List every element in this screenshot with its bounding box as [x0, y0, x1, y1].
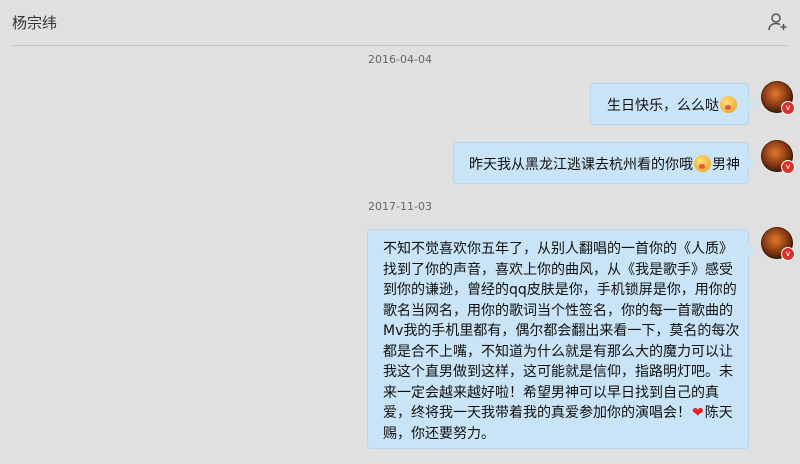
avatar[interactable]: v [761, 81, 795, 115]
date-separator: 2017-11-03 [368, 200, 432, 213]
message-text: 不知不觉喜欢你五年了，从别人翻唱的一首你的《人质》 找到了你的声音，喜欢上你的曲… [383, 239, 740, 444]
red-heart-emoji-icon: ❤ [692, 405, 704, 421]
message-bubble[interactable]: 昨天我从黑龙江逃课去杭州看的你哦 男神 [453, 142, 755, 184]
add-user-icon[interactable] [766, 10, 790, 34]
vip-badge: v [781, 247, 795, 261]
vip-badge: v [781, 160, 795, 174]
kiss-face-emoji-icon [720, 96, 737, 113]
message-text: 昨天我从黑龙江逃课去杭州看的你哦 [469, 157, 693, 173]
message-text-body: 不知不觉喜欢你五年了，从别人翻唱的一首你的《人质》 找到了你的声音，喜欢上你的曲… [383, 241, 740, 421]
chat-header: 杨宗纬 [0, 0, 800, 46]
avatar[interactable]: v [761, 227, 795, 261]
message-bubble[interactable]: 生日快乐，么么哒 [590, 83, 755, 125]
kiss-face-emoji-icon [694, 155, 711, 172]
message-bubble[interactable]: 不知不觉喜欢你五年了，从别人翻唱的一首你的《人质》 找到了你的声音，喜欢上你的曲… [367, 229, 755, 449]
date-separator: 2016-04-04 [368, 53, 432, 66]
message-text: 生日快乐，么么哒 [607, 98, 719, 114]
contact-name: 杨宗纬 [12, 14, 58, 32]
message-text-after: 男神 [712, 157, 740, 173]
header-divider [12, 45, 788, 46]
avatar[interactable]: v [761, 140, 795, 174]
vip-badge: v [781, 101, 795, 115]
